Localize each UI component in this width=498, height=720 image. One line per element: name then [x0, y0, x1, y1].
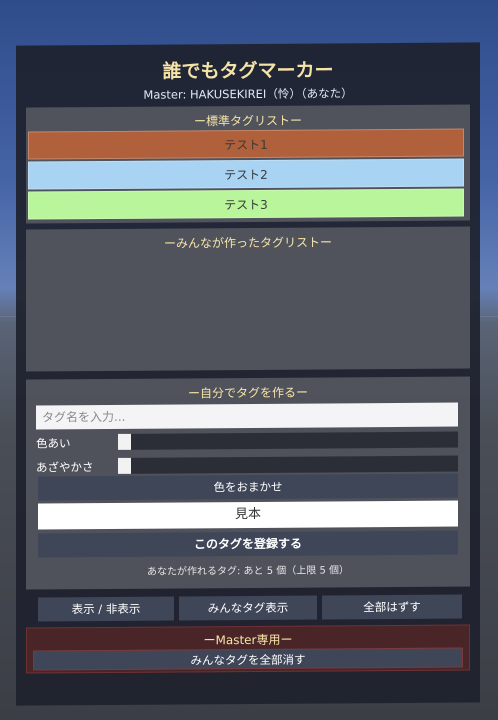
saturation-slider-handle[interactable]	[118, 457, 131, 474]
master-info: Master: HAKUSEKIREI（怜）（あなた）	[143, 86, 353, 102]
toggle-visibility-button[interactable]: 表示 / 非表示	[38, 596, 174, 622]
tag-marker-panel: 誰でもタグマーカー Master: HAKUSEKIREI（怜）（あなた） ー標…	[16, 42, 480, 706]
remove-all-button[interactable]: 全部はずす	[322, 594, 462, 620]
random-color-button[interactable]: 色をおまかせ	[38, 473, 458, 501]
create-tag-section: ー自分でタグを作るー タグ名を入力... 色あい あざやかさ 色をおまかせ 見本…	[26, 376, 470, 590]
show-all-tags-button[interactable]: みんなタグ表示	[179, 595, 317, 621]
standard-tag-list-heading: ー標準タグリストー	[193, 113, 302, 129]
master-only-section: ーMaster専用ー みんなタグを全部消す	[26, 624, 470, 674]
register-tag-button[interactable]: このタグを登録する	[38, 530, 458, 558]
hue-slider[interactable]	[118, 431, 458, 450]
tag-item-test3[interactable]: テスト3	[28, 188, 464, 220]
shared-tag-list-heading: ーみんなが作ったタグリストー	[163, 235, 332, 251]
tag-sample-preview: 見本	[38, 500, 458, 530]
saturation-slider[interactable]	[118, 455, 458, 474]
create-tag-heading: ー自分でタグを作るー	[187, 385, 308, 401]
hue-label: 色あい	[36, 436, 71, 451]
tag-name-input[interactable]: タグ名を入力...	[36, 402, 458, 430]
tag-limit-text: あなたが作れるタグ: あと 5 個（上限 5 個）	[147, 565, 349, 578]
saturation-label: あざやかさ	[36, 460, 94, 475]
standard-tag-list: ー標準タグリストー テスト1 テスト2 テスト3	[26, 104, 470, 224]
delete-all-shared-tags-button[interactable]: みんなタグを全部消す	[33, 647, 463, 671]
shared-tag-list: ーみんなが作ったタグリストー	[26, 226, 470, 372]
hue-slider-handle[interactable]	[118, 433, 131, 450]
panel-title: 誰でもタグマーカー	[162, 59, 334, 83]
tag-item-test2[interactable]: テスト2	[28, 158, 464, 190]
master-only-heading: ーMaster専用ー	[203, 632, 293, 648]
tag-item-test1[interactable]: テスト1	[28, 128, 464, 160]
